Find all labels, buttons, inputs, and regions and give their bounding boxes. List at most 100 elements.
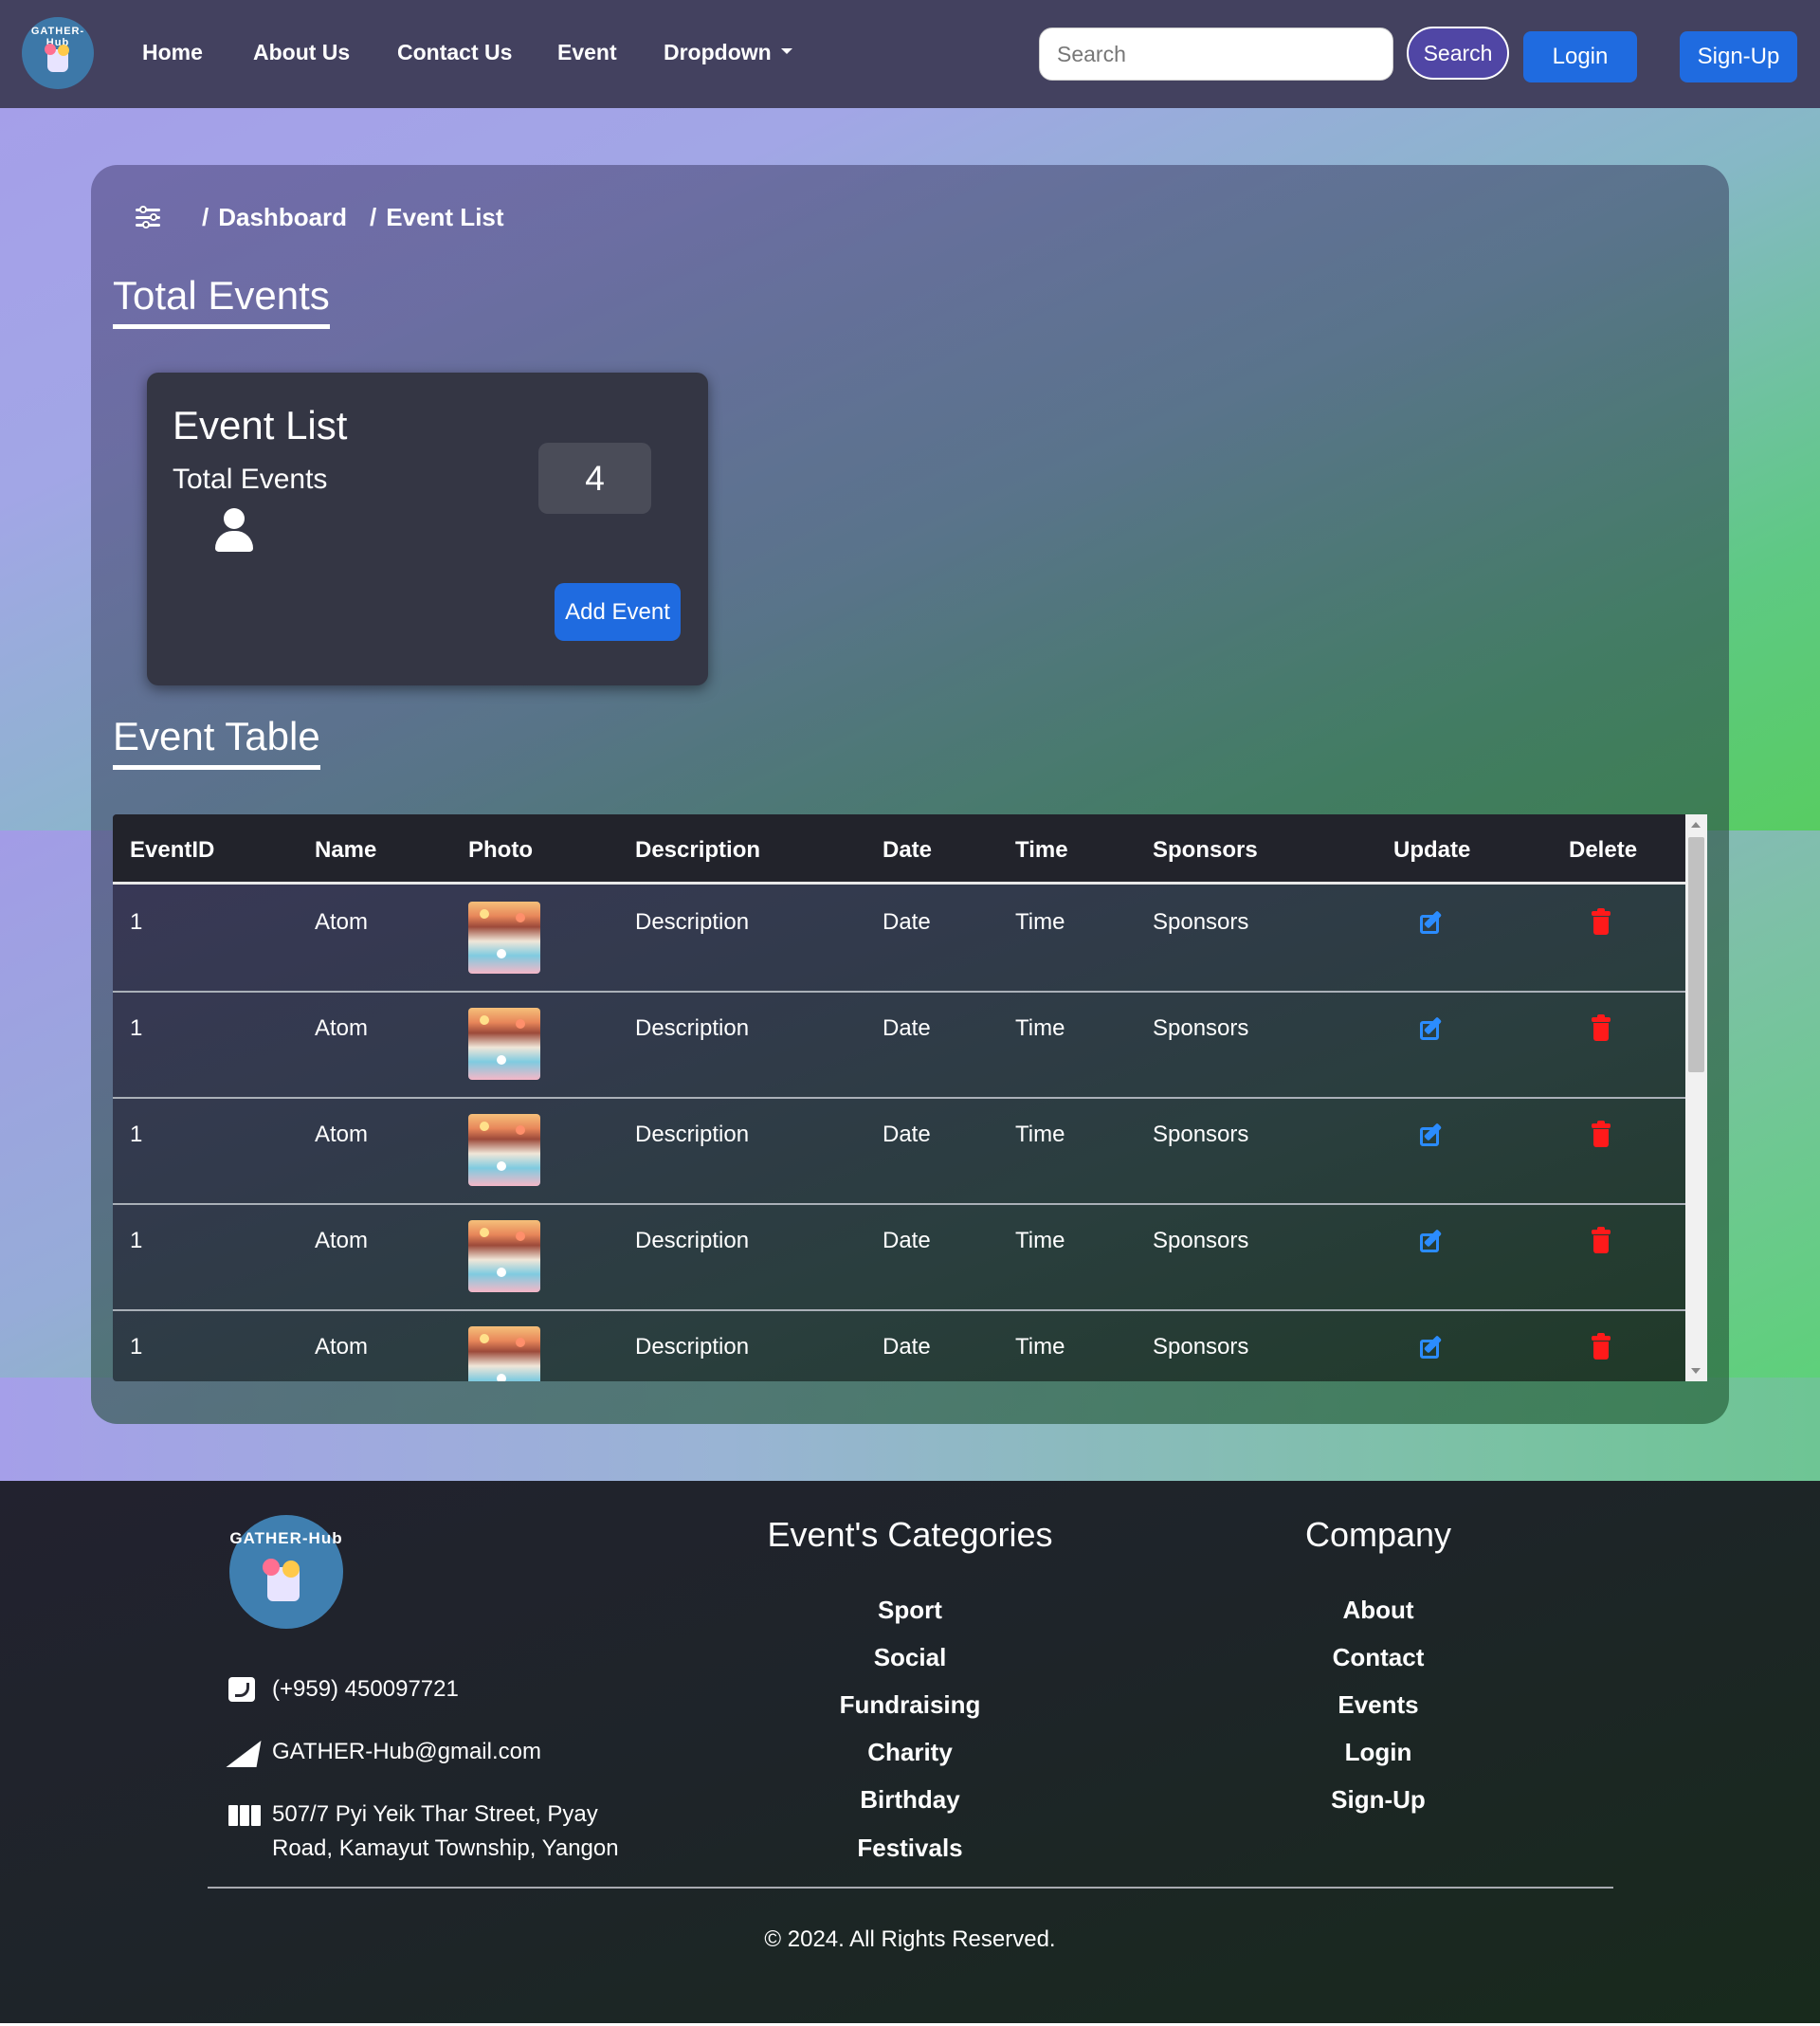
trash-icon[interactable] — [1592, 1121, 1611, 1148]
login-button[interactable]: Login — [1523, 31, 1637, 82]
search-button[interactable]: Search — [1407, 27, 1509, 80]
company-link-contact[interactable]: Contact — [1333, 1643, 1425, 1672]
col-header-photo: Photo — [468, 837, 533, 863]
col-header-sponsors: Sponsors — [1153, 837, 1258, 863]
company-link-login[interactable]: Login — [1345, 1738, 1412, 1767]
category-link-fundraising[interactable]: Fundraising — [840, 1690, 981, 1720]
company-link-about[interactable]: About — [1342, 1596, 1413, 1625]
scrollbar-thumb[interactable] — [1688, 837, 1704, 1072]
cell-time: Time — [1015, 1015, 1065, 1041]
cell-date: Date — [883, 1228, 931, 1253]
cell-time: Time — [1015, 909, 1065, 935]
footer-logo-text: GATHER-Hub — [229, 1529, 343, 1547]
search-input[interactable] — [1039, 27, 1393, 81]
event-list-card: Event List Total Events 4 Add Event — [147, 373, 708, 685]
col-header-delete: Delete — [1569, 837, 1638, 863]
card-title: Event List — [173, 403, 348, 447]
breadcrumb-dashboard[interactable]: Dashboard — [218, 203, 347, 232]
footer-logo[interactable]: GATHER-Hub — [229, 1515, 343, 1629]
cell-date: Date — [883, 1015, 931, 1041]
col-header-description: Description — [635, 837, 761, 863]
map-icon — [228, 1798, 272, 1832]
trash-icon[interactable] — [1592, 1227, 1611, 1254]
footer-phone: (+959) 450097721 — [228, 1672, 459, 1707]
cell-sponsors: Sponsors — [1153, 1334, 1249, 1360]
col-header-eventid: EventID — [130, 837, 215, 863]
trash-icon[interactable] — [1592, 1014, 1611, 1042]
table-row: 1 Atom Description Date Time Sponsors — [113, 1099, 1685, 1205]
edit-icon[interactable] — [1420, 1123, 1445, 1148]
cell-name: Atom — [315, 909, 369, 935]
event-table: EventID Name Photo Description Date Time… — [113, 814, 1707, 1381]
col-header-name: Name — [315, 837, 377, 863]
trash-icon[interactable] — [1592, 1333, 1611, 1360]
company-link-events[interactable]: Events — [1338, 1690, 1418, 1720]
nav-event[interactable]: Event — [557, 40, 617, 65]
event-photo — [468, 1008, 540, 1080]
phone-icon — [228, 1672, 272, 1707]
table-row: 1 Atom Description Date Time Sponsors — [113, 993, 1685, 1099]
event-count-badge: 4 — [538, 443, 651, 514]
table-header: EventID Name Photo Description Date Time… — [113, 814, 1685, 885]
footer-address: 507/7 Pyi Yeik Thar Street, Pyay Road, K… — [228, 1798, 619, 1866]
breadcrumb-event-list: Event List — [386, 203, 504, 231]
category-link-festivals[interactable]: Festivals — [857, 1834, 962, 1863]
logo-text: GATHER-Hub — [30, 26, 85, 48]
cell-eventid: 1 — [130, 1015, 143, 1041]
cell-sponsors: Sponsors — [1153, 1228, 1249, 1253]
user-icon — [214, 508, 254, 554]
paper-plane-icon — [226, 1735, 272, 1769]
signup-button[interactable]: Sign-Up — [1680, 31, 1797, 82]
caret-down-icon — [780, 47, 792, 54]
cell-time: Time — [1015, 1334, 1065, 1360]
cell-date: Date — [883, 1122, 931, 1147]
scroll-up-icon[interactable] — [1691, 822, 1701, 828]
col-header-date: Date — [883, 837, 933, 863]
col-header-time: Time — [1015, 837, 1068, 863]
total-events-heading: Total Events — [113, 273, 330, 329]
edit-icon[interactable] — [1420, 910, 1445, 936]
site-logo[interactable]: GATHER-Hub — [22, 17, 94, 89]
category-link-charity[interactable]: Charity — [867, 1738, 953, 1767]
table-row: 1 Atom Description Date Time Sponsors — [113, 886, 1685, 993]
cell-time: Time — [1015, 1122, 1065, 1147]
card-subtitle: Total Events — [173, 464, 328, 495]
cell-description: Description — [635, 1334, 750, 1360]
footer-email: GATHER-Hub@gmail.com — [226, 1735, 541, 1769]
table-row: 1 Atom Description Date Time Sponsors — [113, 1205, 1685, 1311]
nav-dropdown[interactable]: Dropdown — [664, 40, 792, 65]
cell-description: Description — [635, 1228, 750, 1253]
cell-eventid: 1 — [130, 909, 143, 935]
company-link-signup[interactable]: Sign-Up — [1331, 1785, 1426, 1815]
event-table-heading: Event Table — [113, 714, 320, 770]
company-title: Company — [1304, 1515, 1452, 1554]
sliders-icon[interactable] — [136, 205, 162, 229]
cell-sponsors: Sponsors — [1153, 1015, 1249, 1041]
edit-icon[interactable] — [1420, 1229, 1445, 1254]
cell-name: Atom — [315, 1015, 369, 1041]
add-event-button[interactable]: Add Event — [555, 583, 681, 641]
cell-eventid: 1 — [130, 1334, 143, 1360]
event-photo — [468, 902, 540, 974]
nav-about-us[interactable]: About Us — [253, 40, 350, 65]
event-photo — [468, 1326, 540, 1381]
category-link-birthday[interactable]: Birthday — [860, 1785, 959, 1815]
email-address[interactable]: GATHER-Hub@gmail.com — [272, 1735, 541, 1769]
scroll-down-icon[interactable] — [1691, 1368, 1701, 1374]
category-link-sport[interactable]: Sport — [878, 1596, 942, 1625]
nav-home[interactable]: Home — [142, 40, 203, 65]
cell-eventid: 1 — [130, 1228, 143, 1253]
nav-contact-us[interactable]: Contact Us — [397, 40, 512, 65]
edit-icon[interactable] — [1420, 1335, 1445, 1360]
table-row: 1 Atom Description Date Time Sponsors — [113, 1311, 1685, 1381]
cell-name: Atom — [315, 1228, 369, 1253]
categories-title: Event's Categories — [767, 1515, 1053, 1554]
address-line-1: 507/7 Pyi Yeik Thar Street, Pyay — [272, 1801, 598, 1827]
edit-icon[interactable] — [1420, 1016, 1445, 1042]
trash-icon[interactable] — [1592, 908, 1611, 936]
breadcrumb-separator: / — [370, 203, 377, 231]
logo-cup-icon — [263, 1559, 300, 1601]
table-scrollbar[interactable] — [1685, 814, 1707, 1381]
category-link-social[interactable]: Social — [874, 1643, 947, 1672]
breadcrumb: / Dashboard / Event List — [136, 203, 504, 232]
